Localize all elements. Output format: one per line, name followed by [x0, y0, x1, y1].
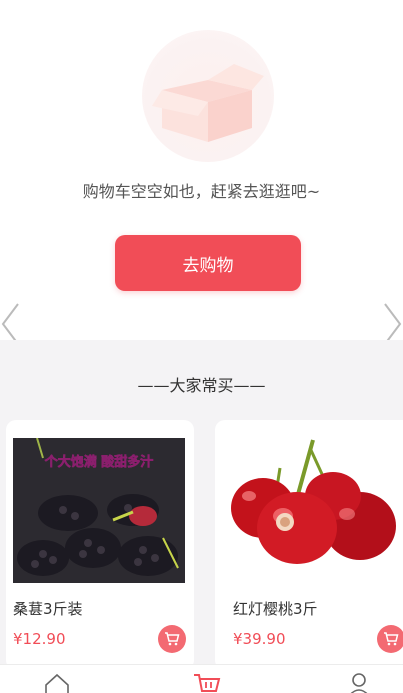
recommend-title: ——大家常买—— [137, 376, 266, 395]
cart-icon [165, 632, 180, 646]
product-card[interactable]: 红灯樱桃3斤 ¥39.90 [215, 420, 403, 670]
add-to-cart-button[interactable] [158, 625, 186, 653]
user-icon[interactable] [344, 671, 374, 693]
product-name: 红灯樱桃3斤 [233, 600, 318, 618]
empty-box-illustration [142, 30, 274, 162]
cherry-image [225, 438, 397, 583]
home-icon[interactable] [42, 671, 72, 693]
product-price: ¥39.90 [233, 630, 286, 648]
go-shopping-button[interactable]: 去购物 [115, 235, 301, 291]
empty-cart-section: 购物车空空如也，赶紧去逛逛吧~ 去购物 [0, 0, 403, 345]
cart-tab-icon[interactable] [192, 671, 222, 693]
product-price: ¥12.90 [13, 630, 66, 648]
product-card[interactable]: 个大饱满 酸甜多汁 桑葚3斤装 ¥12.90 [6, 420, 194, 670]
recommend-section: ——大家常买—— 个大饱满 酸甜多汁 桑葚3斤装 ¥12.90 红灯樱桃3斤 ¥… [0, 340, 403, 670]
empty-cart-message: 购物车空空如也，赶紧去逛逛吧~ [82, 182, 321, 201]
add-to-cart-button[interactable] [377, 625, 403, 653]
product-name: 桑葚3斤装 [13, 600, 83, 618]
mulberry-image: 个大饱满 酸甜多汁 [13, 437, 185, 583]
bottom-tab-bar [0, 664, 403, 693]
image-banner-text: 个大饱满 酸甜多汁 [44, 454, 154, 470]
cart-icon [384, 632, 399, 646]
